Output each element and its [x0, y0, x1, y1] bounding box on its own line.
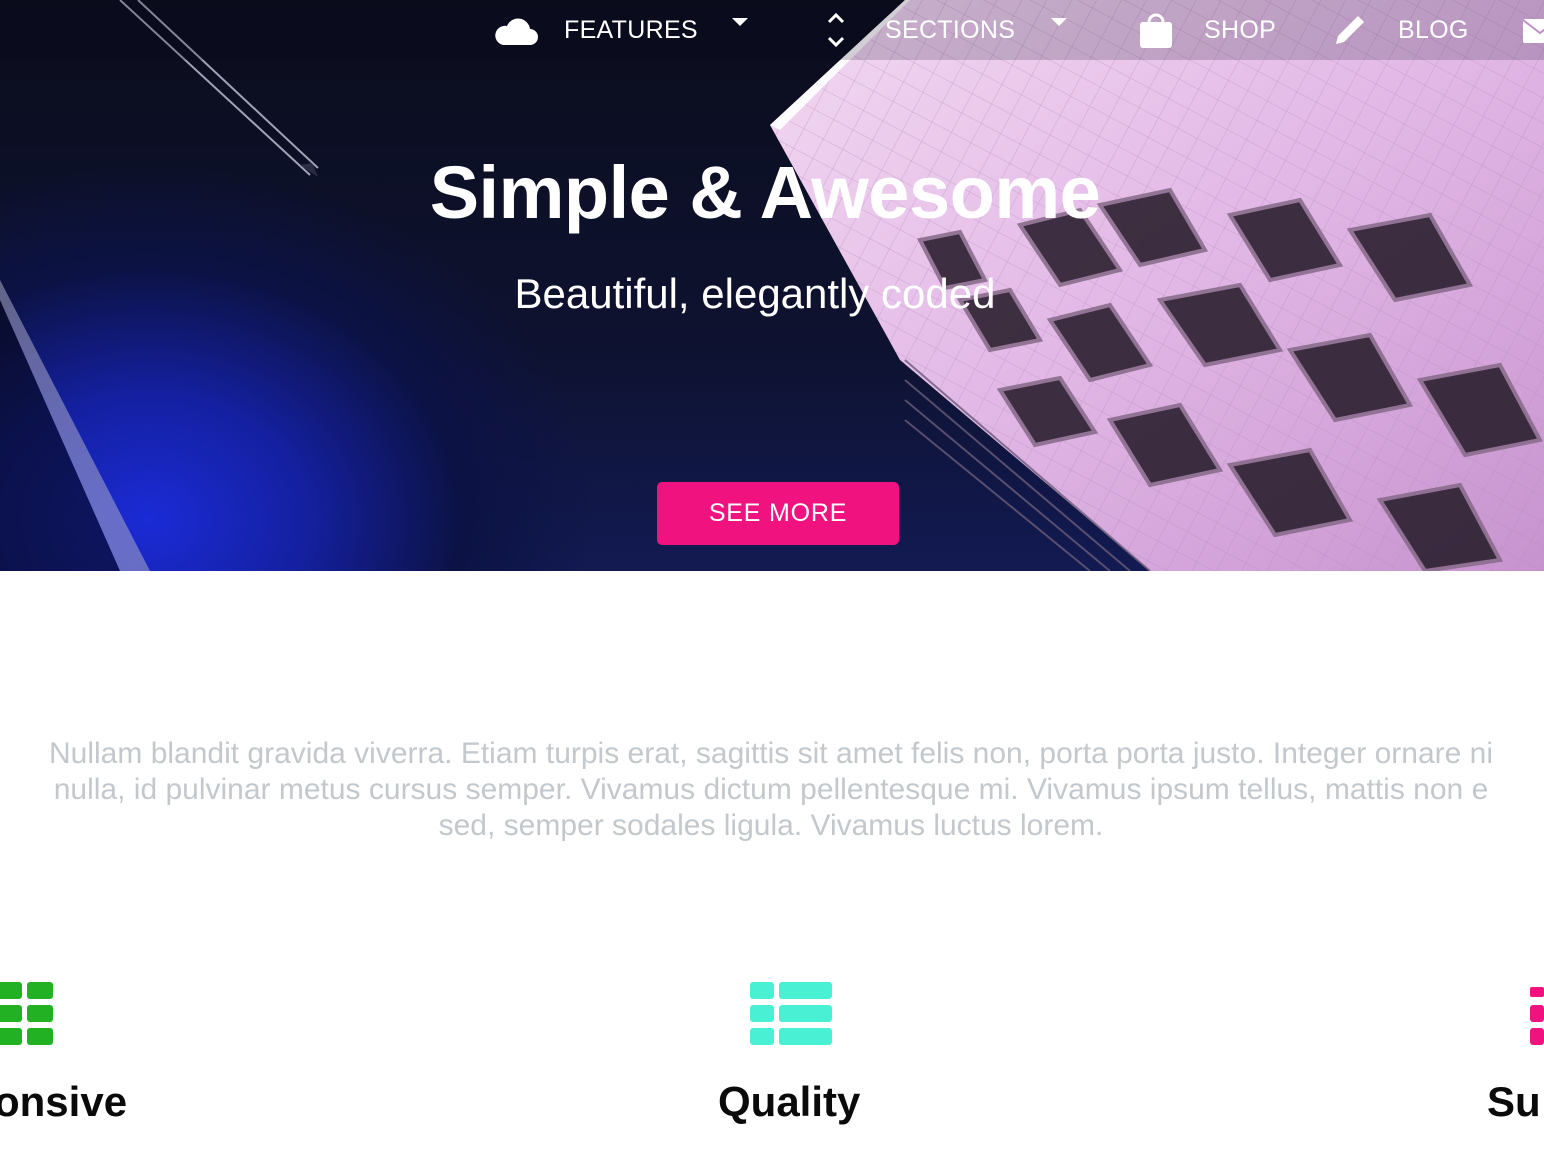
chevron-down-icon[interactable] — [1051, 18, 1067, 26]
cloud-icon[interactable] — [493, 0, 538, 60]
chevron-down-icon[interactable] — [732, 18, 748, 26]
intro-line: Nullam blandit gravida viverra. Etiam tu… — [49, 737, 1493, 770]
pencil-icon[interactable] — [1332, 0, 1368, 60]
intro-line: nulla, id pulvinar metus cursus semper. … — [53, 773, 1489, 806]
hero-subtitle: Beautiful, elegantly coded — [514, 270, 996, 317]
hero-section: FEATURES SECTIONS SHOP BLOG Simple & Awe… — [0, 0, 1544, 571]
nav-item-shop[interactable]: SHOP — [1204, 0, 1276, 60]
list-icon — [1530, 987, 1544, 1045]
nav-item-blog[interactable]: BLOG — [1398, 0, 1469, 60]
intro-paragraph: Nullam blandit gravida viverra. Etiam tu… — [0, 736, 1544, 844]
feature-title-support: Su — [1487, 1078, 1541, 1125]
nav-item-sections[interactable]: SECTIONS — [885, 0, 1015, 60]
shopping-bag-icon[interactable] — [1138, 0, 1174, 60]
hero-title: Simple & Awesome — [429, 151, 1101, 234]
unfold-icon[interactable] — [826, 0, 846, 60]
see-more-button[interactable]: SEE MORE — [657, 482, 899, 545]
feature-title-responsive: onsive — [0, 1078, 128, 1125]
list-icon — [750, 982, 832, 1045]
top-navbar: FEATURES SECTIONS SHOP BLOG — [0, 0, 1544, 60]
intro-line: sed, semper sodales ligula. Vivamus luct… — [438, 809, 1104, 842]
feature-title-quality: Quality — [718, 1078, 861, 1125]
nav-item-features[interactable]: FEATURES — [564, 0, 698, 60]
envelope-icon[interactable] — [1522, 0, 1544, 60]
grid-icon — [0, 982, 53, 1045]
